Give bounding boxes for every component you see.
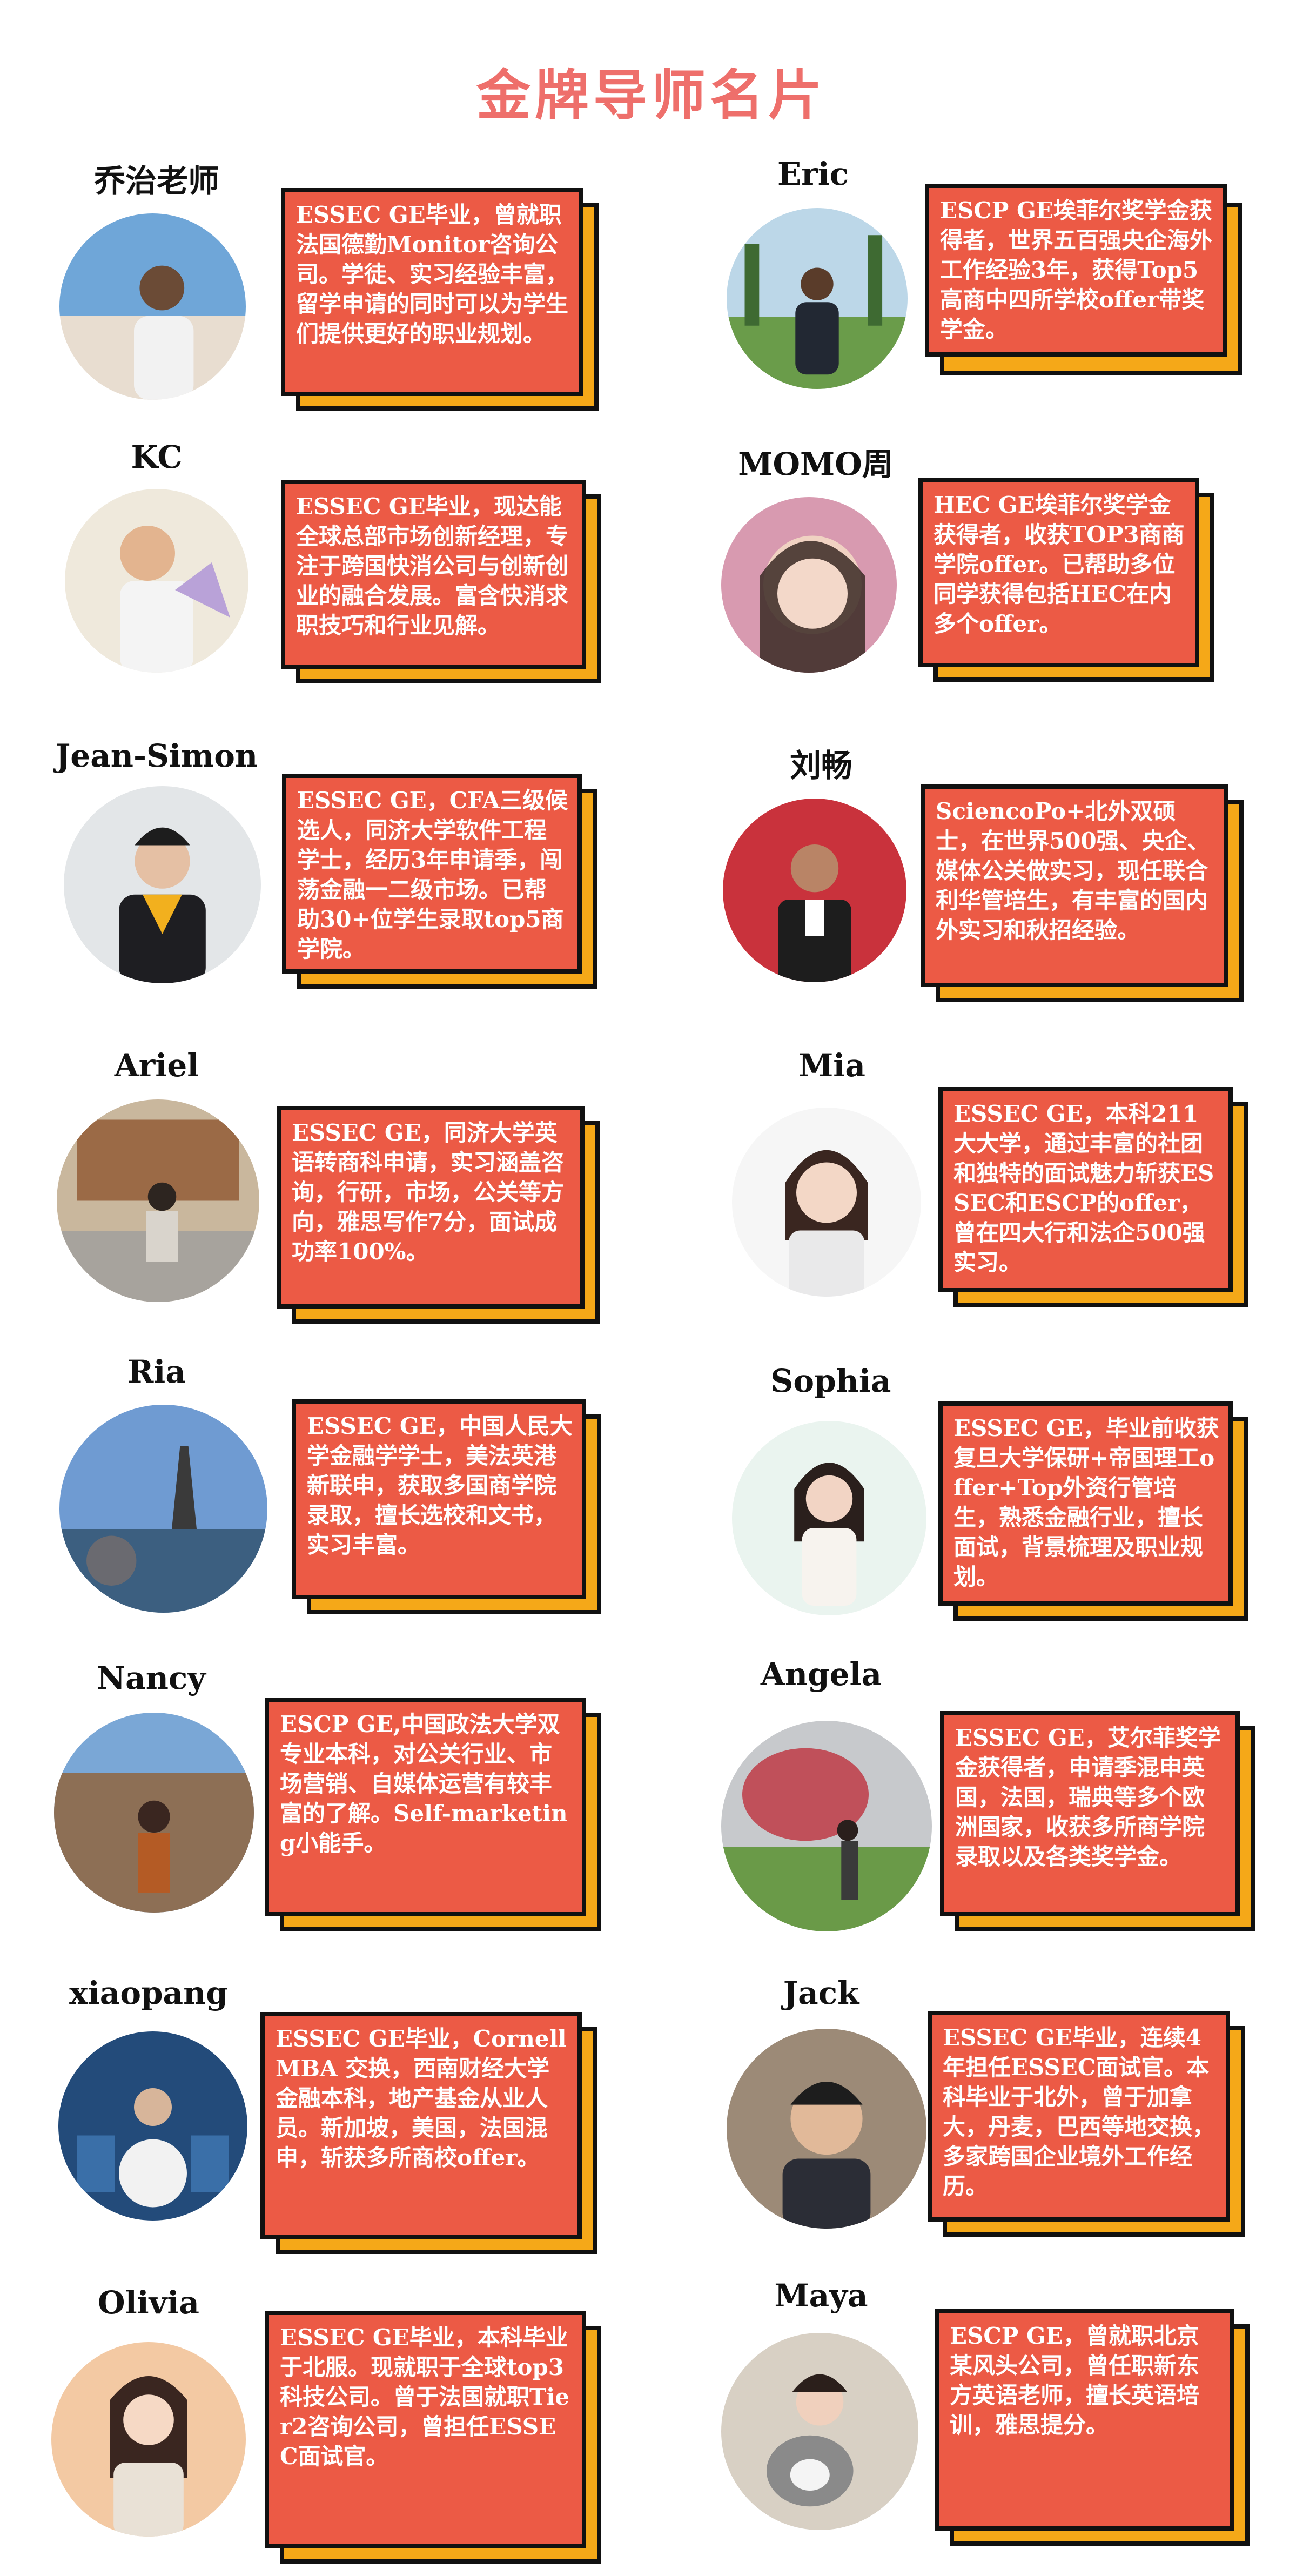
mentor-name: Nancy <box>97 1660 206 1696</box>
mentor-avatar-photo <box>721 497 897 673</box>
mentor-name: MOMO周 <box>738 446 894 482</box>
mentor-avatar-photo <box>721 1721 932 1931</box>
mentor-bio-card: ESSEC GE毕业，连续4年担任ESSEC面试官。本科毕业于北外，曾于加拿大，… <box>928 2011 1230 2222</box>
mentor-bio-card: ESCP GE,中国政法大学双专业本科，对公关行业、市场营销、自媒体运营有较丰富… <box>265 1698 586 1916</box>
mentor-avatar-photo <box>51 2342 246 2537</box>
mentor-name: KC <box>131 439 183 475</box>
mentor-avatar-photo <box>54 1713 254 1913</box>
mentor-avatar-photo <box>732 1108 921 1297</box>
mentor-name: Jack <box>783 1975 859 2011</box>
mentor-bio-card: ESSEC GE毕业，现达能全球总部市场创新经理，专注于跨国快消公司与创新创业的… <box>281 480 586 669</box>
mentor-bio-card: ESSEC GE，CFA三级候选人，同济大学软件工程学士，经历3年申请季，闯荡金… <box>282 774 582 974</box>
mentor-avatar-photo <box>59 213 246 400</box>
mentor-name: 乔治老师 <box>93 163 219 199</box>
mentor-bio-card: ESSEC GE毕业，Cornell MBA 交换，西南财经大学金融本科，地产基… <box>260 2012 582 2239</box>
mentor-name: 刘畅 <box>789 747 852 784</box>
mentor-name: Mia <box>798 1047 865 1084</box>
mentor-avatar-photo <box>59 1405 267 1613</box>
mentor-bio-card: ESSEC GE毕业，曾就职法国德勤Monitor咨询公司。学徒、实习经验丰富，… <box>281 188 583 396</box>
mentor-avatar-photo <box>732 1421 926 1615</box>
mentor-name: Angela <box>760 1656 882 1693</box>
mentor-bio-card: ESCP GE埃菲尔奖学金获得者，世界五百强央企海外工作经验3年，获得Top5高… <box>925 184 1227 357</box>
mentor-avatar-photo <box>57 1099 259 1302</box>
mentor-bio-card: ESSEC GE，毕业前收获复旦大学保研+帝国理工offer+Top外资行管培生… <box>938 1401 1233 1606</box>
mentor-bio-card: ESSEC GE，中国人民大学金融学学士，美法英港新联申，获取多国商学院录取，擅… <box>292 1399 586 1599</box>
mentor-bio-card: ESSEC GE，艾尔菲奖学金获得者，申请季混申英国，法国，瑞典等多个欧洲国家，… <box>940 1711 1240 1916</box>
mentor-avatar-photo <box>727 208 908 389</box>
mentor-name: Eric <box>777 156 849 192</box>
mentor-name: xiaopang <box>69 1975 228 2011</box>
mentor-avatar-photo <box>58 2031 247 2221</box>
mentor-bio-card: ESCP GE，曾就职北京某风头公司，曾任职新东方英语老师，擅长英语培训，雅思提… <box>935 2309 1234 2531</box>
mentor-avatar-photo <box>65 489 248 673</box>
mentor-avatar-photo <box>723 799 906 982</box>
mentor-bio-card: SciencoPo+北外双硕士，在世界500强、央企、媒体公关做实习，现任联合利… <box>921 784 1228 987</box>
mentor-name: Sophia <box>770 1363 891 1399</box>
mentor-name: Ria <box>127 1353 186 1390</box>
mentor-bio-card: ESSEC GE，本科211大大学，通过丰富的社团和独特的面试魅力斩获ESSEC… <box>938 1087 1233 1292</box>
mentor-name: Olivia <box>98 2284 199 2321</box>
mentor-bio-card: HEC GE埃菲尔奖学金获得者，收获TOP3商商学院offer。已帮助多位同学获… <box>918 478 1199 667</box>
mentor-name: Maya <box>774 2277 868 2314</box>
mentor-avatar-photo <box>721 2333 918 2530</box>
mentor-avatar-photo <box>727 2029 926 2229</box>
mentor-bio-card: ESSEC GE毕业，本科毕业于北服。现就职于全球top3科技公司。曾于法国就职… <box>265 2311 586 2548</box>
mentor-bio-card: ESSEC GE，同济大学英语转商科申请，实习涵盖咨询，行研，市场，公关等方向，… <box>277 1106 585 1309</box>
mentor-name: Ariel <box>114 1047 199 1084</box>
page-title: 金牌导师名片 <box>476 64 827 127</box>
mentor-name: Jean-Simon <box>55 737 258 774</box>
mentor-avatar-photo <box>64 786 261 983</box>
